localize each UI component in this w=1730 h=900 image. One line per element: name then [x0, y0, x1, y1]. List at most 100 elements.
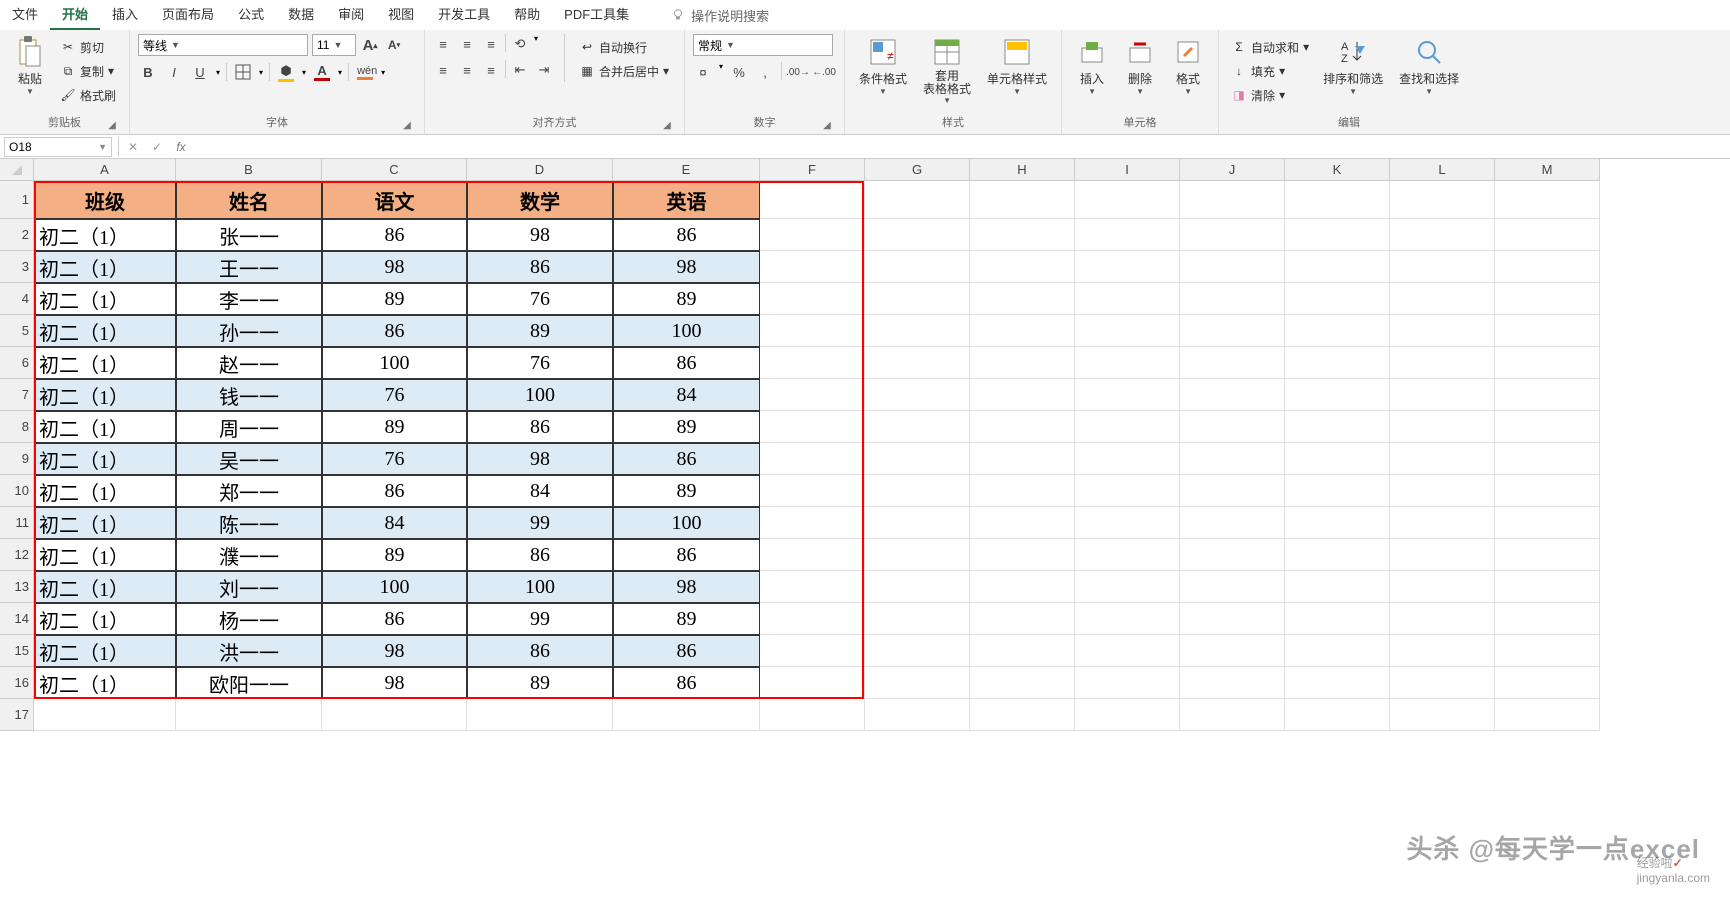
paste-button[interactable]: 粘贴 ▼ [8, 34, 52, 98]
table-cell[interactable]: 76 [322, 443, 467, 475]
cell[interactable] [1285, 315, 1390, 347]
delete-cells-button[interactable]: 删除▼ [1118, 34, 1162, 98]
cell[interactable] [1495, 475, 1600, 507]
table-cell[interactable]: 100 [322, 571, 467, 603]
cell[interactable] [1285, 571, 1390, 603]
row-header-8[interactable]: 8 [0, 411, 34, 443]
cell[interactable] [760, 181, 865, 219]
row-header-11[interactable]: 11 [0, 507, 34, 539]
font-name-combo[interactable]: 等线▼ [138, 34, 308, 56]
col-header-A[interactable]: A [34, 159, 176, 181]
cell[interactable] [1285, 635, 1390, 667]
cell[interactable] [1075, 411, 1180, 443]
cell[interactable] [1180, 603, 1285, 635]
table-cell[interactable]: 初二（1） [34, 315, 176, 347]
cell[interactable] [970, 251, 1075, 283]
cell[interactable] [1285, 347, 1390, 379]
wrap-text-button[interactable]: ↩自动换行 [575, 36, 673, 58]
table-cell[interactable]: 86 [467, 539, 613, 571]
tab-PDF工具集[interactable]: PDF工具集 [552, 0, 641, 30]
cell[interactable] [865, 699, 970, 731]
cell[interactable] [1180, 251, 1285, 283]
cell[interactable] [1180, 347, 1285, 379]
cell[interactable] [1390, 603, 1495, 635]
cell[interactable] [865, 379, 970, 411]
table-cell[interactable]: 99 [467, 507, 613, 539]
cell[interactable] [1495, 667, 1600, 699]
cell[interactable] [1285, 699, 1390, 731]
table-cell[interactable]: 98 [613, 251, 760, 283]
cell[interactable] [970, 379, 1075, 411]
cell[interactable] [1285, 219, 1390, 251]
tab-页面布局[interactable]: 页面布局 [150, 0, 226, 30]
cell[interactable] [1390, 283, 1495, 315]
cell[interactable] [1390, 219, 1495, 251]
cell[interactable] [1390, 539, 1495, 571]
accounting-format-button[interactable]: ¤ [693, 62, 713, 82]
table-cell[interactable]: 初二（1） [34, 219, 176, 251]
table-cell[interactable]: 84 [613, 379, 760, 411]
cell[interactable] [865, 539, 970, 571]
table-cell[interactable]: 初二（1） [34, 539, 176, 571]
cell[interactable] [1390, 635, 1495, 667]
bold-button[interactable]: B [138, 62, 158, 82]
cancel-formula-button[interactable]: ✕ [121, 137, 145, 157]
align-top-button[interactable]: ≡ [433, 34, 453, 54]
cell[interactable] [970, 347, 1075, 379]
table-cell[interactable]: 吴一一 [176, 443, 322, 475]
dialog-launcher-icon[interactable]: ◢ [105, 118, 119, 132]
cell[interactable] [1075, 443, 1180, 475]
table-cell[interactable]: 100 [467, 379, 613, 411]
cell[interactable] [1180, 443, 1285, 475]
cell[interactable] [1495, 539, 1600, 571]
cell[interactable] [760, 411, 865, 443]
table-cell[interactable]: 100 [467, 571, 613, 603]
row-header-15[interactable]: 15 [0, 635, 34, 667]
row-header-10[interactable]: 10 [0, 475, 34, 507]
cell[interactable] [1075, 283, 1180, 315]
cell[interactable] [760, 507, 865, 539]
table-cell[interactable]: 刘一一 [176, 571, 322, 603]
cell[interactable] [970, 411, 1075, 443]
cell[interactable] [1495, 635, 1600, 667]
cell[interactable] [1075, 571, 1180, 603]
dialog-launcher-icon[interactable]: ◢ [820, 118, 834, 132]
cell[interactable] [322, 699, 467, 731]
cell[interactable] [1180, 219, 1285, 251]
tab-审阅[interactable]: 审阅 [326, 0, 376, 30]
table-format-button[interactable]: 套用 表格格式▼ [917, 34, 977, 107]
cell[interactable] [1495, 315, 1600, 347]
table-cell[interactable]: 洪一一 [176, 635, 322, 667]
cell[interactable] [760, 475, 865, 507]
underline-button[interactable]: U [190, 62, 210, 82]
table-cell[interactable]: 86 [322, 603, 467, 635]
tab-数据[interactable]: 数据 [276, 0, 326, 30]
cell[interactable] [1180, 507, 1285, 539]
cell[interactable] [1390, 699, 1495, 731]
table-cell[interactable]: 100 [613, 315, 760, 347]
align-bottom-button[interactable]: ≡ [481, 34, 501, 54]
cell[interactable] [1075, 699, 1180, 731]
table-cell[interactable]: 86 [322, 219, 467, 251]
table-cell[interactable]: 86 [613, 539, 760, 571]
cell[interactable] [970, 443, 1075, 475]
col-header-E[interactable]: E [613, 159, 760, 181]
cell[interactable] [1285, 181, 1390, 219]
italic-button[interactable]: I [164, 62, 184, 82]
table-cell[interactable]: 98 [613, 571, 760, 603]
cell[interactable] [1495, 443, 1600, 475]
cell[interactable] [1495, 347, 1600, 379]
row-header-5[interactable]: 5 [0, 315, 34, 347]
table-cell[interactable]: 89 [613, 283, 760, 315]
cell[interactable] [970, 635, 1075, 667]
table-cell[interactable]: 89 [467, 315, 613, 347]
cell[interactable] [1390, 379, 1495, 411]
cell[interactable] [1075, 635, 1180, 667]
cell[interactable] [1285, 475, 1390, 507]
cell[interactable] [865, 283, 970, 315]
table-cell[interactable]: 86 [467, 251, 613, 283]
cell[interactable] [1495, 507, 1600, 539]
col-header-L[interactable]: L [1390, 159, 1495, 181]
tab-帮助[interactable]: 帮助 [502, 0, 552, 30]
cell[interactable] [865, 219, 970, 251]
